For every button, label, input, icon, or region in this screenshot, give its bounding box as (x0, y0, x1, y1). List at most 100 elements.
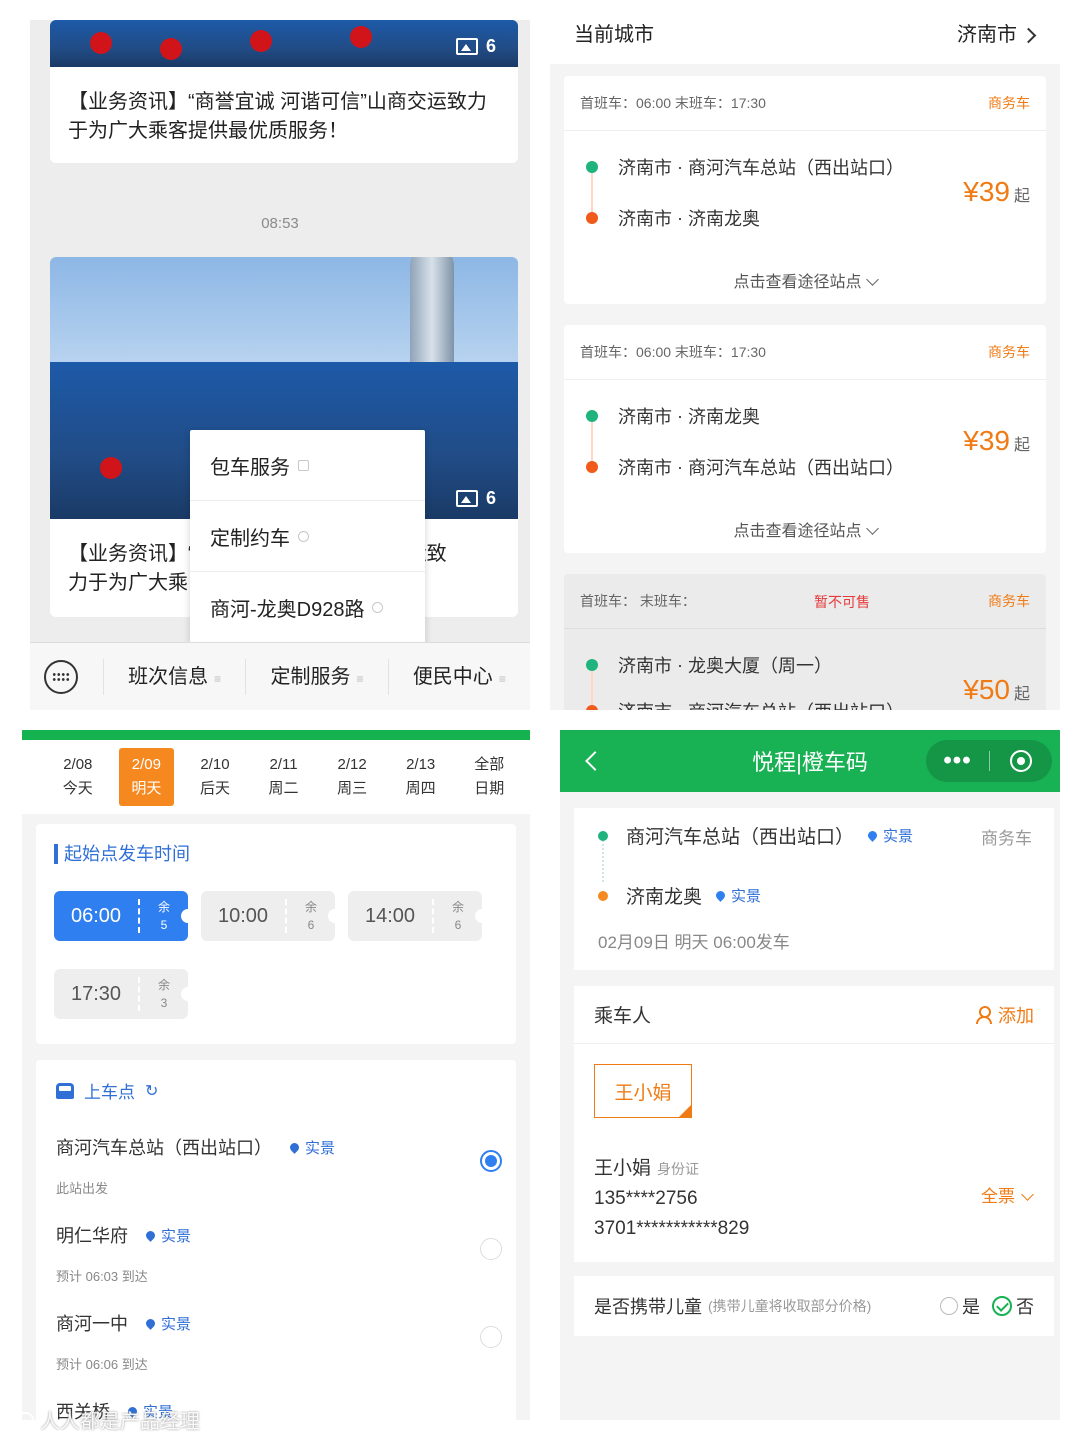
refresh-icon[interactable]: ↻ (145, 1081, 158, 1101)
chat-timestamp: 08:53 (261, 215, 299, 232)
menu-convenience-center[interactable]: 便民中心 (387, 658, 530, 695)
add-passenger-button[interactable]: 添加 (976, 1002, 1034, 1028)
capsule-menu: ••• (926, 740, 1052, 782)
trip-destination: 济南龙奥 实景 (598, 882, 761, 909)
chevron-down-icon (1021, 1188, 1034, 1201)
route-list-panel: 当前城市 济南市 首班车：06:00 末班车：17:30 商务车 济南市 · 商河… (550, 0, 1060, 710)
date-tab[interactable]: 2/12 周三 (324, 748, 380, 806)
image-count: 6 (455, 36, 496, 57)
boarding-stop[interactable]: 商河汽车总站（西出站口） 实景 此站出发 (56, 1134, 496, 1197)
menu-custom-booking[interactable]: 定制约车 (190, 501, 425, 572)
route-times: 首班车：06:00 末班车：17:30 (580, 95, 766, 111)
more-icon[interactable]: ••• (926, 749, 990, 773)
vehicle-tag: 商务车 (981, 829, 1032, 848)
route-origin: 济南市 · 济南龙奥 (586, 403, 760, 429)
route-price: ¥39 起 (963, 425, 1030, 456)
route-card-unavailable[interactable]: 首班车： 末班车： 商务车 暂不可售 济南市 · 龙奥大厦（周一） 济南市 · 商… (564, 574, 1046, 710)
city-value: 济南市 (957, 18, 1037, 47)
status-not-for-sale: 暂不可售 (814, 594, 870, 610)
live-view-link[interactable]: 实景 (883, 825, 913, 846)
trip-summary: 商河汽车总站（西出站口） 实景 济南龙奥 实景 商务车 02月09日 明天 06… (574, 808, 1054, 970)
submenu-popup: 包车服务 定制约车 商河-龙奥D928路 (190, 430, 425, 643)
route-card[interactable]: 首班车：06:00 末班车：17:30 商务车 济南市 · 济南龙奥 济南市 · … (564, 325, 1046, 553)
boarding-stop[interactable]: 明仁华府 实景 预计 06:03 到达 (56, 1222, 496, 1285)
child-label: 是否携带儿童 (594, 1297, 702, 1317)
live-view-link[interactable]: 实景 (161, 1225, 191, 1246)
location-pin-icon (144, 1316, 157, 1330)
route-destination: 济南市 · 商河汽车总站（西出站口） (586, 454, 904, 480)
route-times: 首班车：06:00 末班车：17:30 (580, 344, 766, 360)
time-slot[interactable]: 10:00 余6 (201, 891, 342, 941)
time-slot[interactable]: 14:00 余6 (348, 891, 489, 941)
boarding-stop[interactable]: 商河一中 实景 预计 06:06 到达 (56, 1310, 496, 1373)
news-title: 【业务资讯】“商誉宜诚 河谐可信”山商交运致力于为广大乘客提供最优质服务！ (68, 91, 487, 142)
schedule-panel: 2/08 今天 2/09 明天 2/10 后天 2/11 周二 2/12 周三 2/13 周… (22, 730, 530, 1420)
route-card[interactable]: 首班车：06:00 末班车：17:30 商务车 济南市 · 商河汽车总站（西出站口… (564, 76, 1046, 304)
view-stops-link[interactable]: 点击查看途径站点 (564, 268, 1046, 292)
date-tab[interactable]: 2/11 周二 (256, 748, 312, 806)
route-origin: 济南市 · 商河汽车总站（西出站口） (586, 154, 904, 180)
link-icon (372, 602, 384, 613)
image-icon (455, 490, 478, 507)
date-tab[interactable]: 2/13 周四 (393, 748, 449, 806)
menu-route-d928[interactable]: 商河-龙奥D928路 (190, 572, 425, 643)
close-target-icon[interactable] (990, 750, 1052, 772)
vehicle-tag: 商务车 (988, 95, 1030, 111)
menu-custom-service[interactable]: 定制服务 (245, 658, 387, 695)
boarding-radio[interactable] (480, 1238, 502, 1260)
passenger-label: 乘车人 (594, 1006, 652, 1027)
child-hint: (携带儿童将收取部分价格) (708, 1298, 872, 1314)
departure-time: 02月09日 明天 06:00发车 (598, 933, 790, 952)
location-pin-icon (288, 1140, 301, 1154)
news-card-1[interactable]: 6 【业务资讯】“商誉宜诚 河谐可信”山商交运致力于为广大乘客提供最优质服务！ (50, 20, 518, 163)
vehicle-tag: 商务车 (988, 344, 1030, 360)
current-city-bar[interactable]: 当前城市 济南市 (550, 0, 1060, 64)
route-destination: 济南市 · 商河汽车总站（西出站口） (586, 698, 904, 710)
time-slot[interactable]: 17:30 余3 (54, 969, 195, 1019)
chevron-right-icon (1020, 27, 1037, 43)
date-tab[interactable]: 2/08 今天 (50, 748, 106, 806)
menu-schedule-info[interactable]: 班次信息 (103, 658, 245, 695)
passenger-details: 王小娟 身份证 135****2756 3701***********829 (594, 1158, 750, 1239)
boarding-title: 上车点 ↻ (56, 1078, 158, 1103)
location-pin-icon (714, 889, 727, 902)
route-times: 首班车： 末班车： (580, 593, 696, 609)
child-yes-radio[interactable]: 是 (940, 1293, 980, 1319)
vehicle-tag: 商务车 (988, 593, 1030, 609)
boarding-radio-selected[interactable] (480, 1150, 502, 1172)
page-icon (298, 459, 309, 471)
keyboard-icon[interactable] (44, 659, 78, 694)
view-stops-link[interactable]: 点击查看途径站点 (564, 517, 1046, 541)
time-slot-selected[interactable]: 06:00 余5 (54, 891, 195, 941)
boarding-radio[interactable] (480, 1326, 502, 1348)
boarding-point-section: 上车点 ↻ 商河汽车总站（西出站口） 实景 此站出发 明仁华府 实景 预计 06:0… (36, 1060, 516, 1420)
menu-charter-service[interactable]: 包车服务 (190, 430, 425, 501)
city-label: 当前城市 (574, 23, 654, 46)
live-view-link[interactable]: 实景 (305, 1137, 335, 1158)
image-icon (455, 38, 478, 55)
date-tab[interactable]: 2/10 后天 (187, 748, 243, 806)
section-title: 起始点发车时间 (54, 844, 190, 864)
ticket-type-select[interactable]: 全票 (981, 1182, 1034, 1207)
child-no-radio-selected[interactable]: 否 (992, 1293, 1034, 1319)
order-panel: 悦程|橙车码 ••• 商河汽车总站（西出站口） 实景 济南龙奥 实景 商务车 0… (560, 730, 1060, 1420)
watermark-logo-icon (10, 1411, 34, 1428)
user-add-icon (976, 1005, 992, 1024)
chevron-down-icon (865, 522, 879, 535)
date-tab-selected[interactable]: 2/09 明天 (118, 748, 175, 806)
passenger-chip-selected[interactable]: 王小娟 (594, 1064, 692, 1118)
route-destination: 济南市 · 济南龙奥 (586, 205, 760, 231)
bus-icon (56, 1082, 74, 1099)
route-price: ¥39 起 (963, 176, 1030, 207)
news-photo-1: 6 (50, 20, 518, 67)
route-price: ¥50 起 (963, 674, 1030, 705)
route-origin: 济南市 · 龙奥大厦（周一） (586, 652, 832, 678)
mini-program-header: 悦程|橙车码 ••• (560, 730, 1060, 792)
live-view-link[interactable]: 实景 (161, 1313, 191, 1334)
date-tab-all[interactable]: 全部 日期 (461, 748, 517, 806)
child-section: 是否携带儿童 (携带儿童将收取部分价格) 是 否 (574, 1276, 1054, 1336)
image-count: 6 (455, 488, 496, 509)
official-account-menu: 班次信息 定制服务 便民中心 (30, 642, 530, 710)
live-view-link[interactable]: 实景 (731, 885, 761, 906)
feed-panel: 6 【业务资讯】“商誉宜诚 河谐可信”山商交运致力于为广大乘客提供最优质服务！ … (30, 20, 530, 710)
